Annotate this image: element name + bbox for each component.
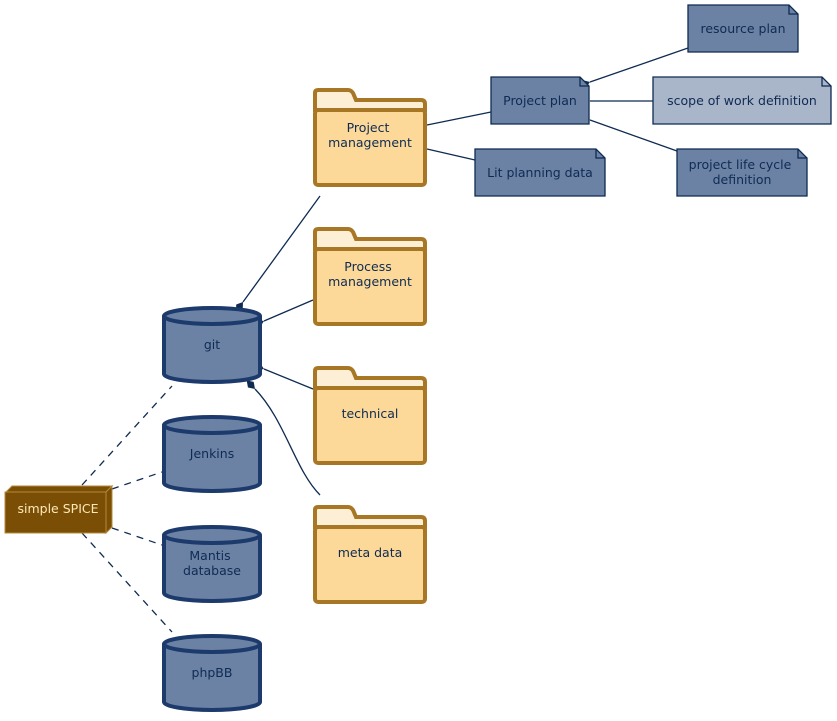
folder-process-management[interactable]: Process management [313,227,427,326]
link-git-process-management [252,299,314,328]
database-phpbb[interactable]: phpBB [162,634,262,712]
artifact-resource-plan[interactable]: resource plan [687,4,799,53]
link-spice-jenkins [111,471,163,490]
link-pm-lit-planning [415,143,476,161]
database-mantis[interactable]: Mantis database [162,525,262,603]
node-simple-spice[interactable]: simple SPICE [4,484,114,535]
database-label: git [204,337,220,352]
database-git[interactable]: git [162,306,262,384]
artifact-scope-of-work-definition[interactable]: scope of work definition [652,76,832,125]
link-git-meta-data [246,380,321,496]
database-label: Jenkins [189,446,234,461]
component-diagram: simple SPICE git Jenkins Mantis database… [4,4,832,712]
artifact-project-life-cycle-definition[interactable]: project life cycle definition [676,148,808,197]
link-spice-git [81,385,173,486]
link-spice-mantis [111,527,163,546]
folder-technical[interactable]: technical [313,366,427,465]
link-git-project-management [235,195,321,312]
folder-project-management[interactable]: Project management [313,88,427,187]
artifact-lit-planning-data[interactable]: Lit planning data [474,148,606,197]
artifact-label: Lit planning data [487,165,593,180]
artifact-label: resource plan [700,21,785,36]
artifact-label: Project plan [503,93,577,108]
composition-links [235,47,689,496]
link-pm-project-plan [415,111,492,131]
folder-meta-data[interactable]: meta data [313,505,427,604]
database-label: phpBB [192,665,233,680]
database-label: Mantis database [183,548,241,578]
folder-label: technical [342,406,399,421]
database-jenkins[interactable]: Jenkins [162,415,262,493]
link-spice-phpbb [81,532,173,633]
artifact-project-plan[interactable]: Project plan [490,76,590,125]
node-label: simple SPICE [17,501,98,516]
folder-label: meta data [338,545,403,560]
link-git-technical [252,363,314,390]
artifact-label: scope of work definition [667,93,817,108]
